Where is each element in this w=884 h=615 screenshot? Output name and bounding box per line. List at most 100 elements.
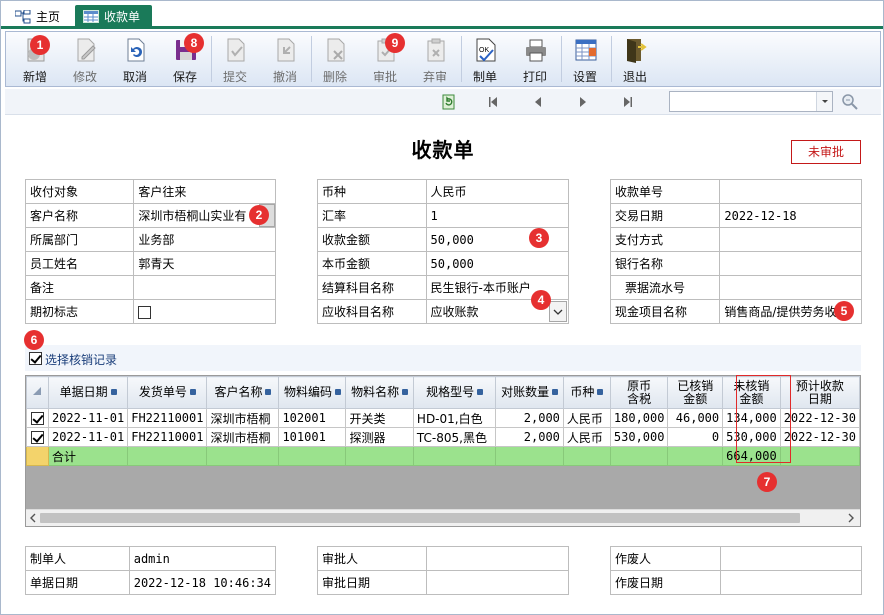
tab-home[interactable]: 主页 xyxy=(7,6,68,27)
select-records-bar: 选择核销记录 xyxy=(25,345,861,371)
table-cell[interactable]: 530,000 xyxy=(609,427,669,447)
column-header[interactable]: 已核销 金额 xyxy=(667,376,724,409)
bank-name-field[interactable] xyxy=(719,251,862,276)
table-cell[interactable]: HD-01,白色 xyxy=(412,408,497,428)
annotation-badge: 7 xyxy=(757,472,777,492)
column-header[interactable]: 规格型号 xyxy=(412,376,497,409)
previous-record-icon[interactable] xyxy=(530,94,546,110)
search-icon[interactable] xyxy=(841,93,859,111)
next-record-icon[interactable] xyxy=(575,94,591,110)
table-cell[interactable]: 46,000 xyxy=(667,408,724,428)
select-all-corner[interactable] xyxy=(26,376,49,409)
table-cell[interactable]: 180,000 xyxy=(609,408,669,428)
annotation-badge: 5 xyxy=(834,301,854,321)
column-header[interactable]: 客户名称 xyxy=(206,376,280,409)
scrollbar-thumb[interactable] xyxy=(40,513,800,523)
unapprove-button[interactable]: 弃审 xyxy=(412,34,458,84)
settlement-table: 单据日期 发货单号 客户名称 物料编码 物料名称 规格型号 对账数量 币种 原币… xyxy=(26,376,860,466)
bill-serial-field[interactable] xyxy=(719,275,862,300)
transaction-date-field[interactable]: 2022-12-18 xyxy=(719,203,862,228)
employee-name-field[interactable]: 郭青天 xyxy=(133,251,276,276)
printer-icon xyxy=(526,39,546,62)
table-cell[interactable]: 深圳市梧桐 xyxy=(206,408,280,428)
column-header-label: 单据日期 xyxy=(59,385,108,399)
void-date-field xyxy=(719,570,863,595)
settings-button[interactable]: 设置 xyxy=(562,34,608,84)
column-header[interactable]: 币种 xyxy=(562,376,611,409)
row-checkbox[interactable] xyxy=(30,412,44,425)
table-cell[interactable]: 2022-11-01 xyxy=(47,427,129,447)
column-header[interactable]: 单据日期 xyxy=(47,376,129,409)
print-button[interactable]: 打印 xyxy=(512,34,558,84)
table-cell[interactable]: 2022-11-01 xyxy=(47,408,129,428)
table-cell[interactable]: TC-805,黑色 xyxy=(412,427,497,447)
local-amount-field[interactable]: 50,000 xyxy=(425,251,570,276)
revoke-button-label: 撤消 xyxy=(272,70,297,84)
counterparty-type-field[interactable]: 客户往来 xyxy=(133,179,276,204)
table-cell[interactable]: 102001 xyxy=(278,408,347,428)
cancel-button[interactable]: 取消 xyxy=(112,34,158,84)
table-cell xyxy=(206,446,280,466)
select-records-checkbox[interactable] xyxy=(29,352,42,365)
approve-button-label: 审批 xyxy=(372,70,397,84)
revoke-button[interactable]: 撤消 xyxy=(262,34,308,84)
department-field[interactable]: 业务部 xyxy=(133,227,276,252)
table-cell[interactable]: 2022-12-30 xyxy=(779,408,860,428)
unsettled-amount-highlight xyxy=(736,375,791,463)
make-voucher-button[interactable]: OK 制单 xyxy=(462,34,508,84)
column-header[interactable]: 原币 含税 xyxy=(609,376,669,409)
field-label: 作废日期 xyxy=(610,570,721,595)
receipt-number-field[interactable] xyxy=(719,179,862,204)
unapprove-icon xyxy=(427,38,445,62)
submit-icon xyxy=(227,38,245,62)
table-icon xyxy=(83,9,99,23)
search-combobox[interactable] xyxy=(669,91,833,112)
table-cell[interactable]: 101001 xyxy=(278,427,347,447)
column-header[interactable]: 预计收款 日期 xyxy=(779,376,860,409)
payment-method-field[interactable] xyxy=(719,227,862,252)
scroll-right-icon[interactable] xyxy=(846,513,856,523)
receivable-account-dropdown[interactable] xyxy=(549,301,567,322)
exchange-rate-field[interactable]: 1 xyxy=(425,203,570,228)
delete-button[interactable]: 删除 xyxy=(312,34,358,84)
select-records-label[interactable]: 选择核销记录 xyxy=(45,351,117,368)
currency-field[interactable]: 人民币 xyxy=(425,179,570,204)
tab-receipt[interactable]: 收款单 xyxy=(75,5,153,27)
table-cell xyxy=(609,446,669,466)
table-cell[interactable]: FH22110001 xyxy=(127,427,208,447)
submit-button[interactable]: 提交 xyxy=(212,34,258,84)
column-header[interactable]: 对账数量 xyxy=(495,376,564,409)
void-info-form: 作废人 作废日期 xyxy=(610,546,863,595)
opening-flag-checkbox[interactable] xyxy=(138,305,152,319)
exit-button[interactable]: 退出 xyxy=(612,34,658,84)
table-cell[interactable]: 人民币 xyxy=(562,427,611,447)
table-cell[interactable]: 探测器 xyxy=(345,427,414,447)
edit-icon xyxy=(77,38,96,62)
column-header[interactable]: 发货单号 xyxy=(127,376,208,409)
scroll-left-icon[interactable] xyxy=(28,513,38,523)
first-record-icon[interactable] xyxy=(485,94,501,110)
table-cell[interactable]: 人民币 xyxy=(562,408,611,428)
remarks-field[interactable] xyxy=(133,275,276,300)
table-cell[interactable]: 2,000 xyxy=(495,427,564,447)
edit-button[interactable]: 修改 xyxy=(62,34,108,84)
lock-icon xyxy=(552,388,559,395)
refresh-icon[interactable] xyxy=(441,94,457,110)
column-header[interactable]: 物料名称 xyxy=(345,376,414,409)
table-row[interactable]: 2022-11-01 FH22110001 深圳市梧桐 101001 探测器 T… xyxy=(26,427,860,447)
horizontal-scrollbar[interactable] xyxy=(26,509,860,526)
table-cell[interactable]: 开关类 xyxy=(345,408,414,428)
last-record-icon[interactable] xyxy=(620,94,636,110)
table-cell[interactable]: 2022-12-30 xyxy=(779,427,860,447)
table-cell[interactable]: 0 xyxy=(667,427,724,447)
table-cell[interactable]: FH22110001 xyxy=(127,408,208,428)
submit-button-label: 提交 xyxy=(222,70,247,84)
cancel-button-label: 取消 xyxy=(122,70,147,84)
table-row[interactable]: 2022-11-01 FH22110001 深圳市梧桐 102001 开关类 H… xyxy=(26,408,860,428)
table-cell[interactable]: 深圳市梧桐 xyxy=(206,427,280,447)
row-checkbox[interactable] xyxy=(30,431,44,444)
column-header[interactable]: 物料编码 xyxy=(278,376,347,409)
search-dropdown-button[interactable] xyxy=(816,92,832,111)
field-label: 票据流水号 xyxy=(609,275,721,300)
table-cell[interactable]: 2,000 xyxy=(495,408,564,428)
